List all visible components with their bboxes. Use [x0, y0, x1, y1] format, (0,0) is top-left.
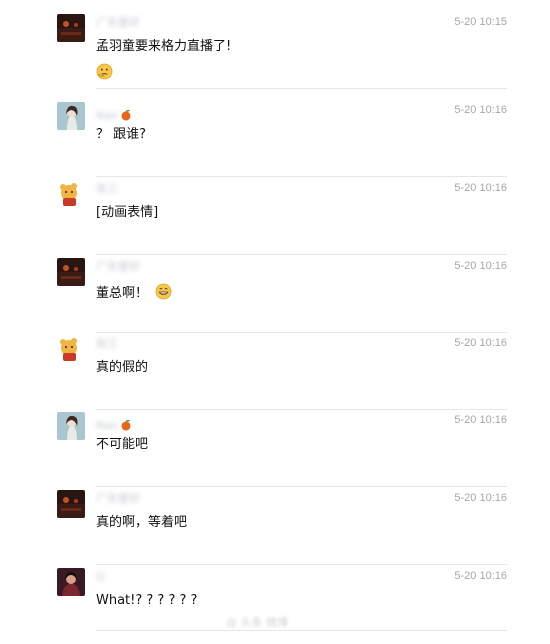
sender-name: Nan — [96, 109, 118, 122]
message-item: 张三 5-20 10:16 [动画表情] — [0, 178, 550, 256]
timestamp: 5-20 10:16 — [454, 182, 507, 194]
message-item: Nan 5-20 10:16 不可能吧 — [0, 410, 550, 488]
sender-name: 张三 — [96, 182, 118, 195]
timestamp: 5-20 10:16 — [454, 337, 507, 349]
sender-name: 张三 — [96, 337, 118, 350]
timestamp: 5-20 10:16 — [454, 570, 507, 582]
avatar[interactable] — [57, 180, 85, 208]
avatar[interactable] — [57, 490, 85, 518]
watermark: @ 头条 微博 — [226, 616, 288, 629]
message-text: 孟羽童要来格力直播了! — [96, 39, 232, 54]
divider — [96, 564, 507, 565]
avatar[interactable] — [57, 335, 85, 363]
divider — [96, 486, 507, 487]
message-text: ？ 跟谁? — [96, 127, 147, 142]
divider — [96, 88, 507, 89]
message-text: 真的啊，等着吧 — [96, 515, 188, 530]
sender-name: Nan — [96, 419, 118, 432]
grin-emoji-icon — [155, 283, 172, 300]
sender-name: 广东爱好 — [96, 492, 140, 505]
sender-name: 广东爱好 — [96, 260, 140, 273]
message-item: Nan 5-20 10:16 ？ 跟谁? — [0, 100, 550, 178]
message-item: 张三 5-20 10:16 真的假的 — [0, 333, 550, 411]
divider — [96, 176, 507, 177]
message-text: What!? ? ? ? ? ? — [96, 593, 198, 608]
chat-history: 广东爱好 5-20 10:15 孟羽童要来格力直播了! Nan 5-20 10:… — [0, 0, 550, 635]
avatar[interactable] — [57, 258, 85, 286]
timestamp: 5-20 10:16 — [454, 104, 507, 116]
sender-name: 广东爱好 — [96, 16, 140, 29]
avatar[interactable] — [57, 102, 85, 130]
timestamp: 5-20 10:16 — [454, 414, 507, 426]
divider — [96, 254, 507, 255]
avatar[interactable] — [57, 568, 85, 596]
sender-name: Q — [96, 570, 105, 583]
timestamp: 5-20 10:16 — [454, 260, 507, 272]
message-text-row: 董总啊！ — [96, 283, 172, 302]
timestamp: 5-20 10:15 — [454, 16, 507, 28]
avatar[interactable] — [57, 412, 85, 440]
message-item: Q 5-20 10:16 What!? ? ? ? ? ? — [0, 566, 550, 644]
message-item: 广东爱好 5-20 10:16 真的啊，等着吧 — [0, 488, 550, 566]
sender-name-wrap: Nan — [96, 414, 132, 432]
message-text: 真的假的 — [96, 360, 149, 375]
message-text: 不可能吧 — [96, 437, 149, 452]
thinking-emoji-icon — [96, 63, 113, 80]
sender-name-wrap: Nan — [96, 104, 132, 122]
message-text: 董总啊！ — [96, 286, 149, 301]
avatar[interactable] — [57, 14, 85, 42]
orange-icon — [121, 110, 131, 121]
message-item: 广东爱好 5-20 10:15 孟羽童要来格力直播了! — [0, 12, 550, 90]
orange-icon — [121, 420, 131, 431]
emoji-line — [96, 62, 113, 81]
timestamp: 5-20 10:16 — [454, 492, 507, 504]
divider — [96, 630, 507, 631]
message-text: [动画表情] — [96, 205, 159, 220]
message-item: 广东爱好 5-20 10:16 董总啊！ — [0, 256, 550, 334]
